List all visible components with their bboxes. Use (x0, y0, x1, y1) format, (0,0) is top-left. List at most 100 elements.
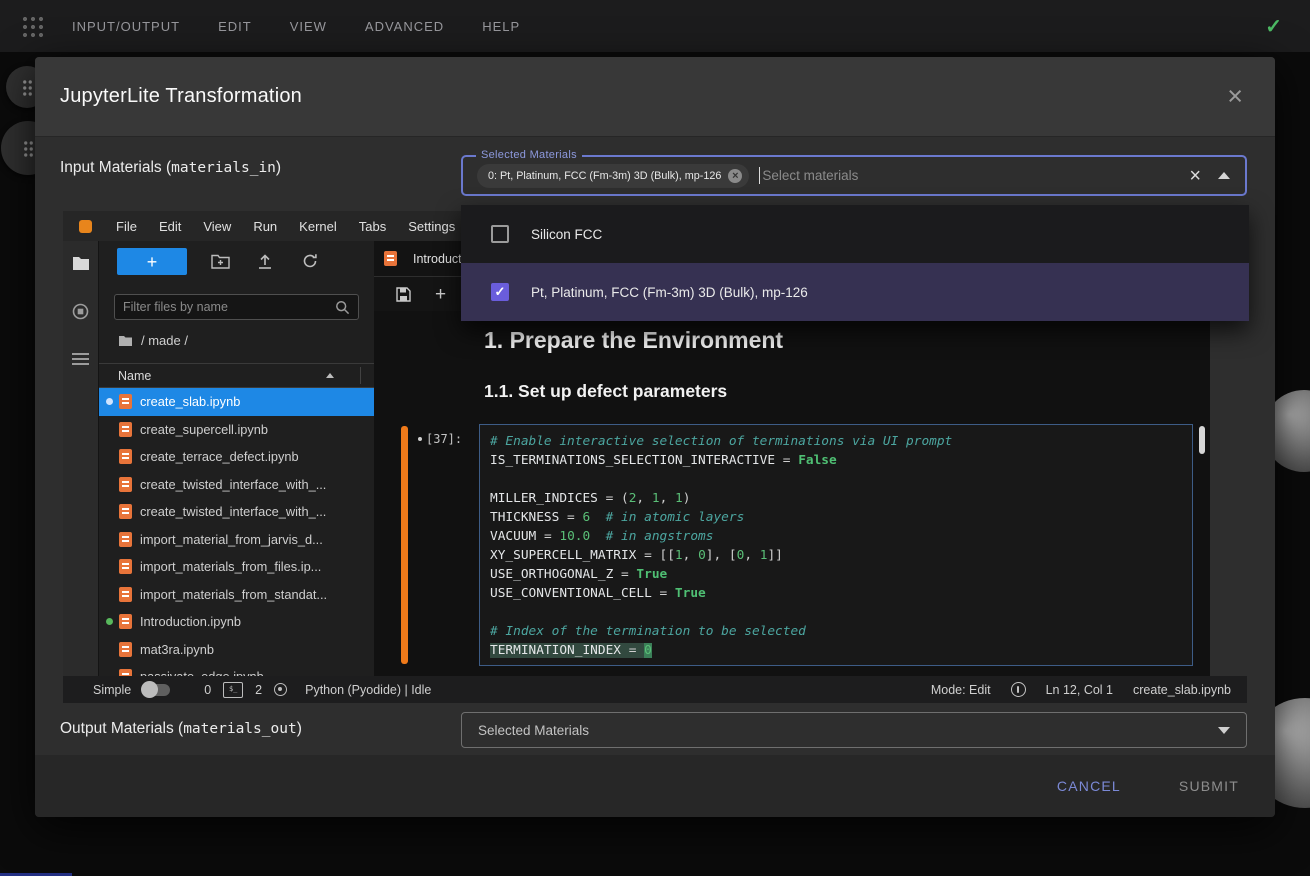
insert-cell-icon[interactable]: + (435, 285, 446, 304)
file-list-header[interactable]: Name (99, 363, 374, 388)
editor-mode[interactable]: Mode: Edit (931, 683, 991, 697)
new-launcher-button[interactable]: + (117, 248, 187, 275)
lab-menu-file[interactable]: File (105, 219, 148, 234)
file-row[interactable]: create_terrace_defect.ipynb (99, 443, 374, 471)
lab-menu-kernel[interactable]: Kernel (288, 219, 348, 234)
execution-count: [37]: (426, 432, 462, 446)
file-name: import_material_from_jarvis_d... (140, 532, 323, 547)
terminal-icon[interactable]: $_ (223, 682, 243, 698)
submit-button[interactable]: SUBMIT (1173, 777, 1245, 795)
file-browser-icon[interactable] (72, 256, 90, 271)
upload-icon[interactable] (257, 253, 273, 269)
chip-remove-icon[interactable]: × (728, 169, 742, 183)
dropdown-option-pt-platinum[interactable]: ✓ Pt, Platinum, FCC (Fm-3m) 3D (Bulk), m… (461, 263, 1249, 321)
output-select-value: Selected Materials (478, 723, 589, 738)
notebook-file-icon (119, 449, 132, 464)
file-row[interactable]: mat3ra.ipynb (99, 636, 374, 664)
menu-edit[interactable]: EDIT (218, 19, 252, 34)
file-row[interactable]: import_materials_from_standat... (99, 581, 374, 609)
input-materials-prefix: Input Materials ( (60, 159, 171, 176)
code-editor[interactable]: # Enable interactive selection of termin… (479, 424, 1193, 666)
kernel-status[interactable]: Python (Pyodide) | Idle (305, 683, 431, 697)
menu-advanced[interactable]: ADVANCED (365, 19, 444, 34)
notebook-scrollbar-thumb[interactable] (1199, 426, 1205, 454)
selected-material-chip[interactable]: 0: Pt, Platinum, FCC (Fm-3m) 3D (Bulk), … (477, 164, 749, 188)
check-icon[interactable]: ✓ (1265, 14, 1282, 39)
notebook-heading-1: 1. Prepare the Environment (484, 327, 783, 354)
notebook-file-icon (119, 614, 132, 629)
file-row[interactable]: import_material_from_jarvis_d... (99, 526, 374, 554)
file-row[interactable]: passivate_edge.ipynb (99, 663, 374, 676)
filter-files-input[interactable]: Filter files by name (114, 294, 359, 320)
notebook-file-icon (119, 477, 132, 492)
menu-view[interactable]: VIEW (290, 19, 327, 34)
materials-select-placeholder: Select materials (762, 168, 858, 183)
file-name: import_materials_from_standat... (140, 587, 327, 602)
running-sessions-icon[interactable] (72, 303, 89, 320)
jupyterlite-transformation-dialog: JupyterLite Transformation × Input Mater… (35, 57, 1275, 817)
file-row[interactable]: Introduction.ipynb (99, 608, 374, 636)
lab-menu-settings[interactable]: Settings (397, 219, 466, 234)
top-menu: INPUT/OUTPUT EDIT VIEW ADVANCED HELP (72, 19, 520, 34)
checkbox-checked-icon[interactable]: ✓ (491, 283, 509, 301)
breadcrumb-path: / made / (141, 333, 188, 348)
file-name: create_terrace_defect.ipynb (140, 449, 299, 464)
file-row[interactable]: import_materials_from_files.ip... (99, 553, 374, 581)
notebook-file-icon (119, 559, 132, 574)
dropdown-option-silicon-fcc[interactable]: Silicon FCC (461, 205, 1249, 263)
kernel-running-indicator (106, 618, 113, 625)
menu-help[interactable]: HELP (482, 19, 520, 34)
close-icon[interactable]: × (1227, 83, 1243, 110)
dropdown-closed-icon (1218, 727, 1230, 734)
file-name: passivate_edge.ipynb (140, 669, 264, 676)
materials-select[interactable]: Selected Materials 0: Pt, Platinum, FCC … (461, 155, 1247, 196)
clear-selection-icon[interactable]: × (1189, 166, 1201, 186)
sort-ascending-icon (326, 373, 334, 378)
dialog-title: JupyterLite Transformation (60, 85, 302, 108)
notification-icon[interactable] (1011, 682, 1026, 697)
new-folder-icon[interactable] (211, 253, 230, 269)
dialog-header: JupyterLite Transformation × (35, 57, 1275, 137)
input-materials-suffix: ) (276, 159, 281, 176)
file-row[interactable]: create_supercell.ipynb (99, 416, 374, 444)
checkbox-unchecked-icon[interactable] (491, 225, 509, 243)
file-row[interactable]: create_twisted_interface_with_... (99, 471, 374, 499)
cursor-position[interactable]: Ln 12, Col 1 (1046, 683, 1113, 697)
text-cursor (759, 167, 760, 184)
dialog-footer: CANCEL SUBMIT (35, 755, 1275, 817)
drag-dots-icon (23, 140, 34, 157)
cell-modified-dot (418, 437, 422, 441)
search-icon (335, 300, 350, 315)
cell-collapser[interactable] (401, 426, 408, 664)
table-of-contents-icon[interactable] (72, 352, 89, 366)
notebook-content: 1. Prepare the Environment 1.1. Set up d… (374, 311, 1210, 676)
save-icon[interactable] (396, 287, 411, 302)
filter-placeholder: Filter files by name (123, 300, 228, 314)
file-browser: + Filter files by name / made / Name (98, 241, 374, 676)
app-logo-icon[interactable] (20, 14, 44, 38)
top-menubar: INPUT/OUTPUT EDIT VIEW ADVANCED HELP ✓ (0, 0, 1310, 52)
refresh-icon[interactable] (302, 253, 318, 269)
input-materials-code: materials_in (171, 160, 276, 176)
notebook-file-icon (119, 394, 132, 409)
output-materials-select[interactable]: Selected Materials (461, 712, 1247, 748)
notebook-file-icon (119, 587, 132, 602)
cancel-button[interactable]: CANCEL (1051, 777, 1127, 795)
notebook-file-icon (384, 251, 397, 266)
lab-menu-view[interactable]: View (192, 219, 242, 234)
lab-menu-run[interactable]: Run (242, 219, 288, 234)
lab-menu-edit[interactable]: Edit (148, 219, 192, 234)
menu-input-output[interactable]: INPUT/OUTPUT (72, 19, 180, 34)
terminals-count: 0 (204, 683, 211, 697)
breadcrumb[interactable]: / made / (118, 333, 188, 348)
file-row[interactable]: create_slab.ipynb (99, 388, 374, 416)
status-bar-right: Mode: Edit Ln 12, Col 1 create_slab.ipyn… (931, 682, 1231, 697)
kernel-sessions-icon[interactable] (274, 683, 287, 696)
file-name: create_supercell.ipynb (140, 422, 268, 437)
lab-menu-tabs[interactable]: Tabs (348, 219, 397, 234)
file-row[interactable]: create_twisted_interface_with_... (99, 498, 374, 526)
dropdown-open-icon[interactable] (1218, 172, 1230, 179)
output-materials-prefix: Output Materials ( (60, 720, 183, 737)
chip-label: 0: Pt, Platinum, FCC (Fm-3m) 3D (Bulk), … (488, 170, 721, 182)
simple-mode-toggle[interactable] (143, 684, 170, 696)
